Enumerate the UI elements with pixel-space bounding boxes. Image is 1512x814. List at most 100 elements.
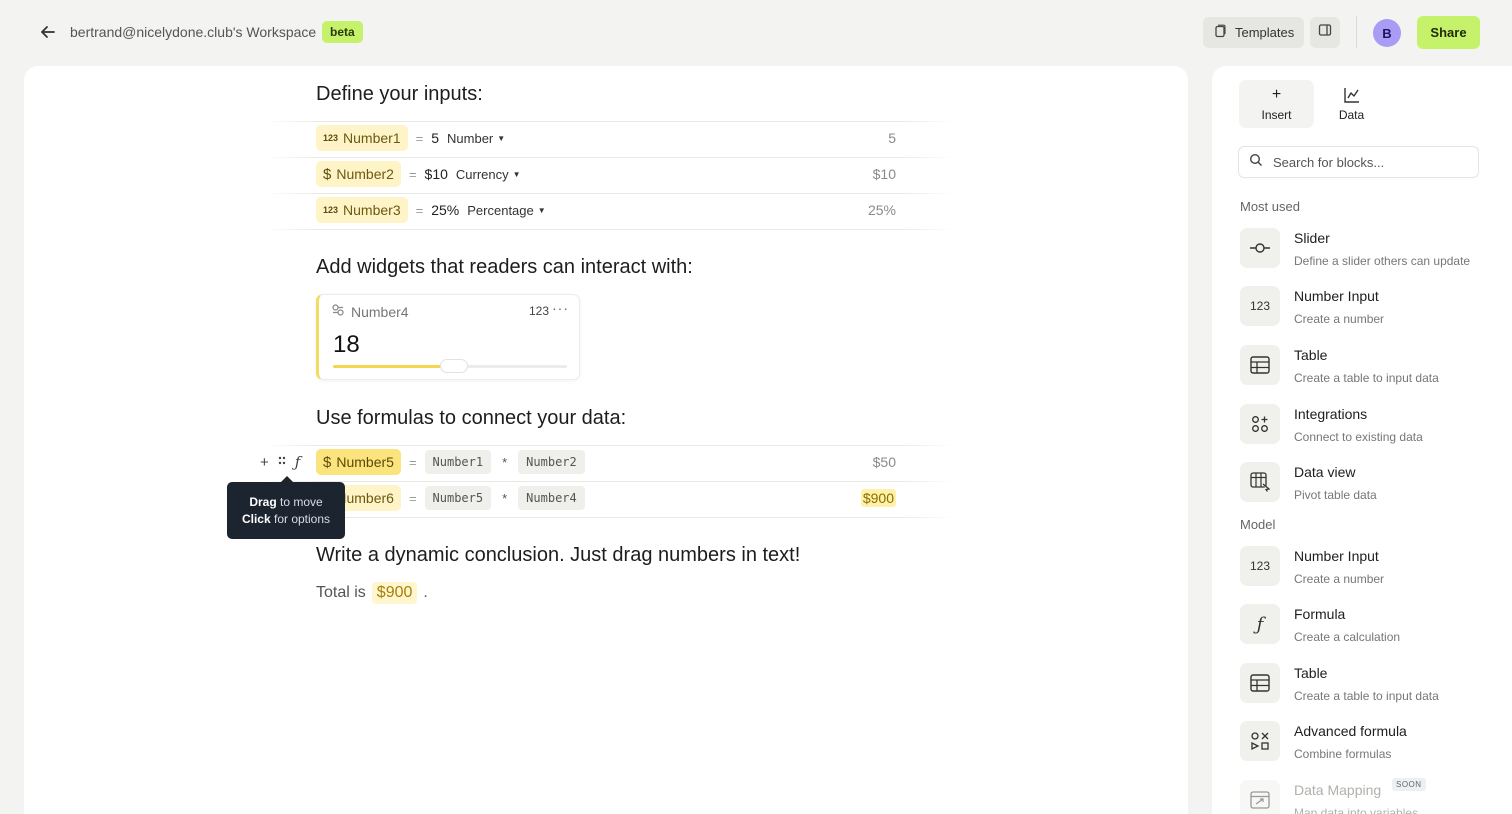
equals-sign: = (408, 490, 417, 506)
type-dropdown[interactable]: Currency ▼ (456, 167, 521, 182)
type-label: Percentage (467, 202, 534, 218)
formula-icon: ƒ (1240, 604, 1280, 644)
search-icon (1249, 153, 1263, 172)
drag-handle-icon[interactable] (277, 454, 287, 471)
number-icon: 123 (1240, 546, 1280, 586)
block-item-data-mapping: Data Mapping SOON Map data into variable… (1240, 778, 1500, 814)
formula-operand[interactable]: Number4 (518, 486, 585, 510)
block-name: Table (1294, 347, 1328, 363)
variable-chip[interactable]: $ Number2 (316, 161, 401, 187)
panel-toggle-button[interactable] (1310, 17, 1340, 48)
block-item-number-input[interactable]: 123 Number Input Create a number (1240, 286, 1500, 336)
block-item-data-view[interactable]: Data view Pivot table data (1240, 462, 1500, 512)
sidebar-toggle-icon (1318, 23, 1332, 42)
group-label-most-used: Most used (1240, 199, 1300, 214)
slider-fill (333, 365, 455, 368)
input-row-number3[interactable]: 123 Number3 = 25% Percentage ▼ 25% (316, 197, 896, 223)
integrations-icon (1240, 404, 1280, 444)
block-item-number-input-model[interactable]: 123 Number Input Create a number (1240, 546, 1500, 596)
block-search[interactable] (1238, 146, 1479, 178)
conclusion-text[interactable]: Total is $900 . (316, 582, 428, 604)
block-description: Define a slider others can update (1294, 254, 1471, 268)
block-item-advanced-formula[interactable]: Advanced formula Combine formulas (1240, 721, 1500, 771)
variable-value[interactable]: 5 (431, 130, 439, 146)
inline-variable-chip[interactable]: $900 (371, 582, 418, 604)
slider-widget[interactable]: Number4 123 ··· 18 (316, 294, 580, 380)
table-icon (1240, 663, 1280, 703)
add-block-icon[interactable]: + (260, 454, 269, 471)
formula-operand[interactable]: Number2 (518, 450, 585, 474)
type-label: Currency (455, 166, 509, 182)
type-dropdown[interactable]: Number ▼ (447, 131, 505, 146)
row-result: $900 (860, 489, 896, 507)
row-result: 25% (867, 202, 896, 218)
templates-button[interactable]: Templates (1203, 17, 1304, 48)
plus-icon: + (1271, 86, 1282, 103)
search-input[interactable] (1273, 154, 1463, 170)
block-name: Number Input (1294, 548, 1379, 564)
data-mapping-icon (1240, 780, 1280, 814)
row-divider (264, 157, 954, 158)
formula-operand[interactable]: Number5 (424, 486, 492, 510)
block-name: Data view (1294, 464, 1356, 480)
block-item-table[interactable]: Table Create a table to input data (1240, 345, 1500, 395)
variable-chip[interactable]: 123 Number3 (316, 197, 408, 223)
equals-sign: = (415, 202, 424, 218)
variable-name: Number3 (343, 202, 401, 218)
slider-icon (1240, 228, 1280, 268)
multiply-operator: * (502, 454, 508, 470)
input-row-number2[interactable]: $ Number2 = $10 Currency ▼ $10 (316, 161, 896, 187)
widget-name: Number4 (351, 303, 409, 320)
block-item-slider[interactable]: Slider Define a slider others can update (1240, 228, 1500, 278)
type-label: Number (447, 130, 494, 146)
header-divider (1356, 16, 1357, 48)
slider-thumb[interactable] (440, 359, 468, 373)
block-item-integrations[interactable]: Integrations Connect to existing data (1240, 404, 1500, 454)
templates-icon (1213, 24, 1227, 41)
number-type-icon: 123 (323, 133, 339, 143)
tab-label: Data (1338, 108, 1365, 122)
block-description: Create a calculation (1294, 630, 1401, 644)
beta-badge: beta (322, 21, 363, 43)
equals-sign: = (408, 454, 417, 470)
avatar[interactable]: B (1373, 19, 1401, 47)
caret-down-icon: ▼ (537, 205, 546, 215)
back-arrow-icon[interactable] (38, 22, 58, 42)
formula-operand[interactable]: Number1 (424, 450, 492, 474)
block-gutter: + ƒ (260, 453, 300, 471)
block-item-formula[interactable]: ƒ Formula Create a calculation (1240, 604, 1500, 654)
block-item-table-model[interactable]: Table Create a table to input data (1240, 663, 1500, 713)
input-row-number1[interactable]: 123 Number1 = 5 Number ▼ 5 (316, 125, 896, 151)
row-divider (264, 517, 954, 518)
workspace-title: bertrand@nicelydone.club's Workspace (70, 24, 317, 40)
tooltip-line-click: Click for options (241, 512, 331, 526)
more-options-icon[interactable]: ··· (552, 300, 569, 316)
tab-insert[interactable]: + Insert (1239, 80, 1314, 128)
drag-tooltip: Drag to move Click for options (227, 476, 345, 539)
formulas-heading: Use formulas to connect your data: (316, 407, 627, 429)
block-name: Slider (1294, 230, 1330, 246)
multiply-operator: * (502, 490, 508, 506)
share-button[interactable]: Share (1417, 16, 1480, 49)
row-result: $50 (872, 454, 896, 470)
block-description: Pivot table data (1294, 488, 1377, 502)
block-description: Connect to existing data (1294, 430, 1423, 444)
number-type-icon: 123 (323, 205, 339, 215)
tab-data[interactable]: Data (1314, 80, 1389, 128)
variable-value[interactable]: 25% (431, 202, 459, 218)
table-icon (1240, 345, 1280, 385)
block-name: Formula (1294, 606, 1346, 622)
blocks-panel: + Insert Data Most used Slider Define a … (1212, 66, 1512, 814)
caret-down-icon: ▼ (497, 133, 506, 143)
variable-name: Number2 (336, 166, 394, 182)
formula-row-number5[interactable]: $ Number5 = Number1 * Number2 $50 (316, 449, 896, 475)
variable-chip[interactable]: 123 Number1 (316, 125, 408, 151)
variable-chip[interactable]: $ Number5 (316, 449, 401, 475)
type-dropdown[interactable]: Percentage ▼ (467, 203, 545, 218)
formula-row-number6[interactable]: $ Number6 = Number5 * Number4 $900 (316, 485, 896, 511)
document-canvas: Define your inputs: 123 Number1 = 5 Numb… (24, 66, 1188, 814)
conclusion-suffix: . (423, 584, 428, 601)
equals-sign: = (408, 166, 417, 182)
widget-type-badge: 123 (528, 304, 549, 318)
variable-value[interactable]: $10 (425, 166, 448, 182)
